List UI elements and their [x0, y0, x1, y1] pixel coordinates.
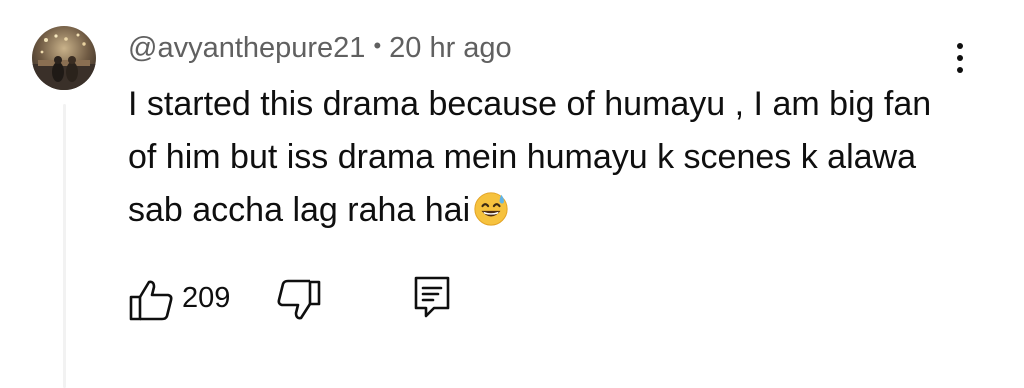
comment-text: I started this drama because of humayu ,…: [128, 85, 932, 229]
thumbs-down-icon: [277, 279, 321, 320]
meta-separator: •: [373, 33, 382, 58]
reply-comment-icon: [414, 276, 450, 318]
more-vertical-icon-dot: [957, 55, 963, 61]
avatar[interactable]: [32, 26, 96, 90]
like-button[interactable]: [128, 278, 176, 322]
reply-button[interactable]: [412, 274, 452, 322]
author-handle[interactable]: @avyanthepure21: [128, 32, 365, 65]
more-vertical-icon: [957, 43, 963, 49]
like-count: 209: [182, 282, 231, 314]
more-options-button[interactable]: [944, 38, 976, 78]
avatar-image: [32, 26, 96, 90]
comment-actions: 209: [128, 270, 528, 326]
comment-body: I started this drama because of humayu ,…: [128, 78, 968, 237]
thumbs-up-icon: [129, 280, 173, 321]
sweat-smile-emoji: [474, 192, 508, 226]
thread-line: [63, 104, 66, 388]
more-vertical-icon-dot: [957, 67, 963, 73]
comment-header: @avyanthepure21 • 20 hr ago: [128, 30, 512, 66]
comment-timestamp: 20 hr ago: [389, 31, 512, 64]
dislike-button[interactable]: [274, 278, 322, 322]
